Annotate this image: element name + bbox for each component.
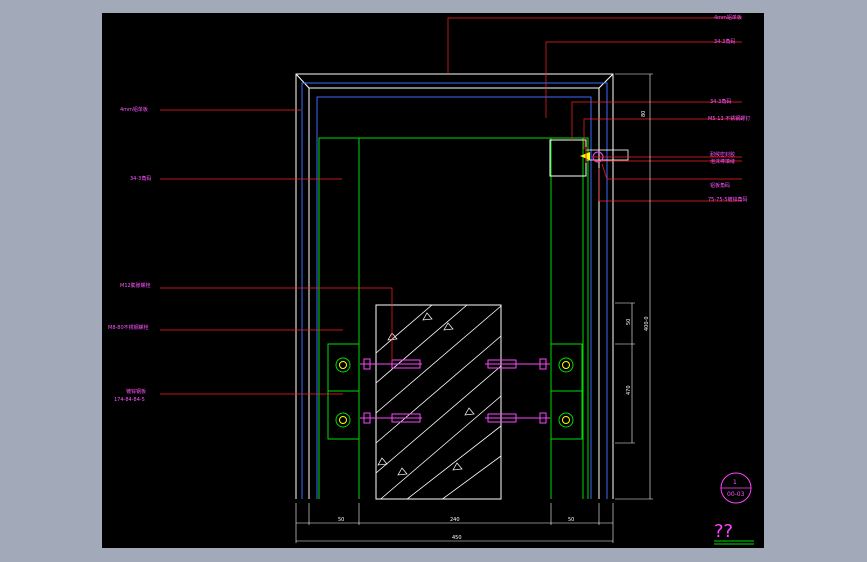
bubble-number: 1 [733, 479, 737, 486]
left-top-label: 4mm铝单板 [120, 106, 148, 113]
concrete-column [375, 304, 502, 500]
dim-right-top: 80 [641, 111, 647, 117]
dimension-text: 50 240 50 450 80 50 470 400-0 [338, 111, 650, 541]
dim-bottom-center: 240 [450, 517, 460, 523]
dim-bottom-right: 50 [568, 517, 574, 523]
corner-mark: ?? [714, 521, 754, 545]
left-lower-label-4: 174-84-84-5 [114, 397, 145, 403]
dim-bottom-left: 50 [338, 517, 344, 523]
seal-detail [580, 147, 629, 163]
right-label-4: 泡沫棒填缝 [710, 158, 735, 165]
right-label-3: 耐候密封胶 [710, 151, 735, 158]
top-right-label-2: 34-3角码 [714, 38, 735, 45]
anchor-bolts [360, 358, 550, 424]
right-label-6: 75-75-5镀锌角码 [708, 196, 748, 203]
bubble-ref: 00-03 [727, 491, 745, 498]
section-drawing: 4mm铝单板 34-3角码 4mm铝单板 34-3角码 M5-13 不锈钢螺钉 … [108, 14, 754, 545]
dim-bottom-total: 450 [452, 535, 462, 541]
label-group: 4mm铝单板 34-3角码 4mm铝单板 34-3角码 M5-13 不锈钢螺钉 … [108, 14, 750, 403]
dim-right-low: 470 [626, 385, 632, 395]
dim-right-mid: 50 [626, 319, 632, 325]
corner-mark-text: ?? [714, 521, 733, 542]
cad-viewport[interactable]: 4mm铝单板 34-3角码 4mm铝单板 34-3角码 M5-13 不锈钢螺钉 … [102, 13, 764, 548]
top-right-label: 4mm铝单板 [714, 14, 742, 21]
left-lower-label-2: M8-80不锈钢螺栓 [108, 324, 149, 331]
nut-group [335, 357, 574, 428]
right-label-1: 34-3角码 [710, 98, 731, 105]
right-label-2: M5-13 不锈钢螺钉 [708, 115, 750, 122]
steel-frame [318, 137, 589, 499]
dim-right-total: 400-0 [644, 316, 650, 331]
right-label-5: 铝板角码 [710, 182, 730, 189]
aluminium-panel [301, 82, 608, 499]
detail-bubble: 1 00-03 [720, 472, 752, 504]
left-lower-label-1: M12膨胀螺栓 [120, 282, 151, 289]
left-lower-label-3: 镀锌钢板 [126, 388, 146, 395]
left-mid-label: 34-3角码 [130, 175, 151, 182]
